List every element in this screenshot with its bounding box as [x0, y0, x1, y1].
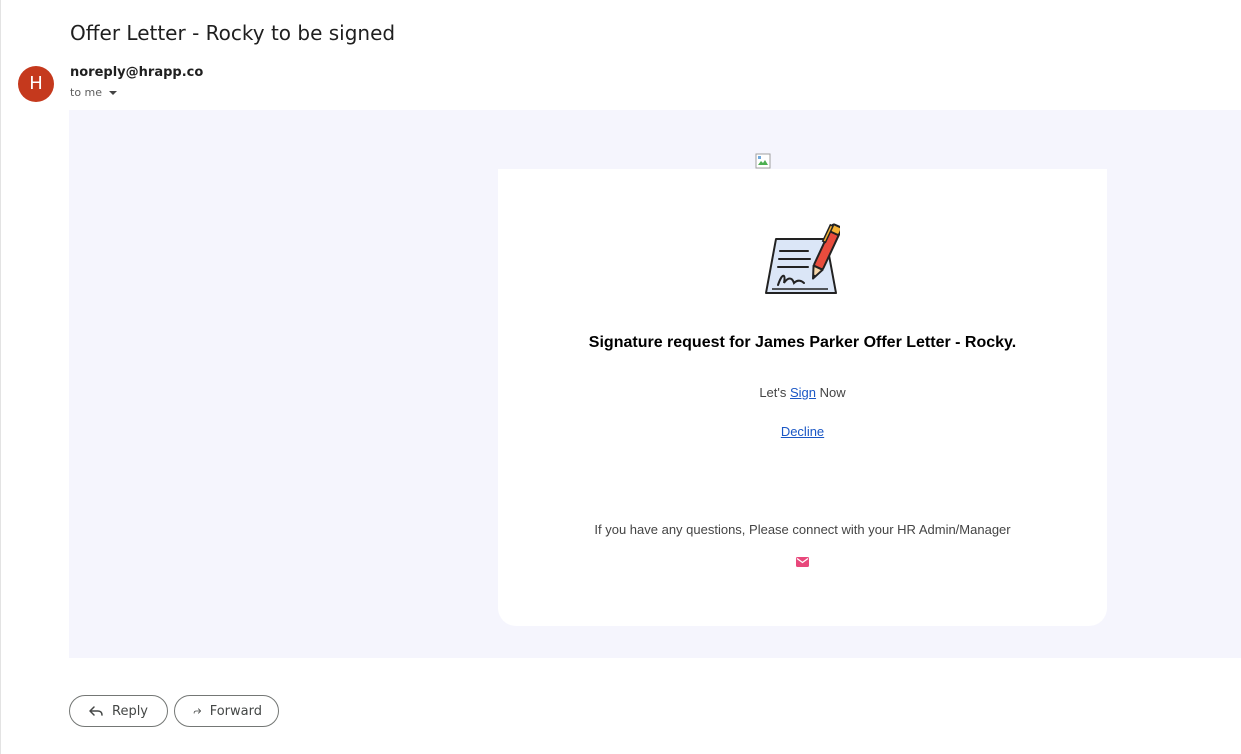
signing-document-icon: [765, 223, 840, 294]
reply-label: Reply: [112, 703, 149, 719]
recipient-label: to me: [70, 86, 103, 99]
decline-link[interactable]: Decline: [781, 424, 824, 439]
left-divider: [0, 0, 1, 754]
forward-icon: [193, 708, 202, 714]
forward-label: Forward: [209, 703, 262, 719]
forward-button[interactable]: Forward: [174, 695, 279, 727]
sign-suffix-text: Now: [819, 385, 846, 400]
broken-image-icon: [755, 153, 771, 169]
sign-prefix-text: Let's: [759, 385, 787, 400]
decline-row: Decline: [498, 424, 1107, 439]
reply-icon: [89, 706, 103, 716]
questions-text: If you have any questions, Please connec…: [594, 522, 1011, 537]
signature-request-card: Signature request for James Parker Offer…: [498, 169, 1107, 626]
avatar[interactable]: H: [18, 66, 54, 102]
mail-icon[interactable]: [796, 557, 809, 567]
sign-link[interactable]: Sign: [790, 385, 816, 400]
email-body: Signature request for James Parker Offer…: [69, 110, 1241, 658]
recipient-details-toggle[interactable]: to me: [70, 86, 118, 99]
chevron-down-icon[interactable]: [109, 91, 118, 95]
email-subject: Offer Letter - Rocky to be signed: [70, 21, 396, 45]
sender-address[interactable]: noreply@hrapp.co: [70, 65, 203, 80]
sign-prompt: Let's Sign Now: [498, 385, 1107, 400]
reply-button[interactable]: Reply: [69, 695, 168, 727]
signature-request-title: Signature request for James Parker Offer…: [588, 334, 1017, 351]
